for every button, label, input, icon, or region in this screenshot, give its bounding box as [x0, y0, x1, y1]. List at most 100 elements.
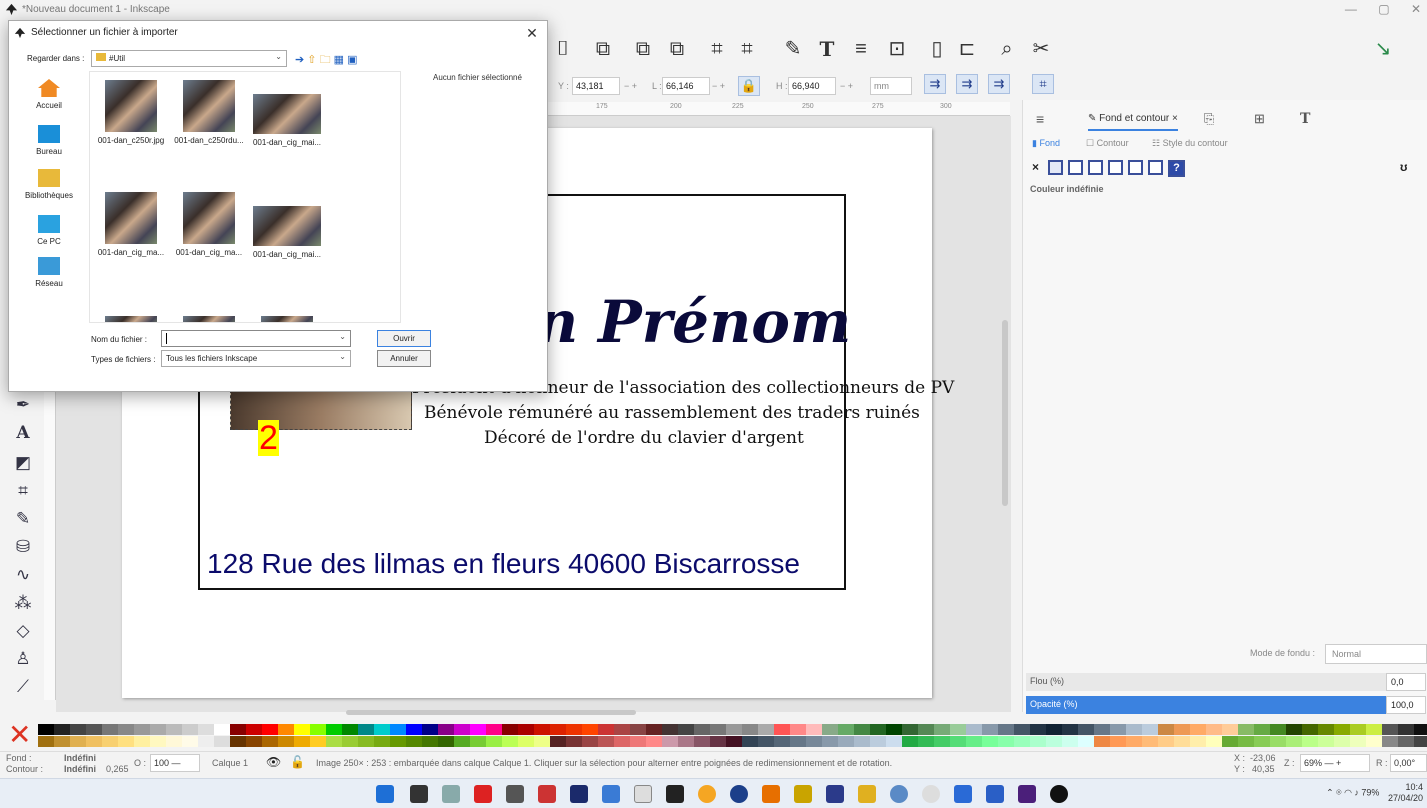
filename-input[interactable]: ⌄ [161, 330, 351, 347]
palette-swatch[interactable] [566, 736, 582, 747]
palette-swatch[interactable] [630, 736, 646, 747]
palette-swatch[interactable] [166, 724, 182, 735]
palette-swatch[interactable] [1270, 736, 1286, 747]
palette-swatch[interactable] [934, 724, 950, 735]
text-icon[interactable]: T [816, 38, 838, 60]
palette-swatch[interactable] [966, 724, 982, 735]
document-tab-icon[interactable]: ⎘ [1204, 107, 1214, 131]
palette-swatch[interactable] [598, 736, 614, 747]
palette-swatch[interactable] [662, 724, 678, 735]
palette-swatch[interactable] [1190, 724, 1206, 735]
palette-swatch[interactable] [1078, 736, 1094, 747]
clock[interactable]: 10:4 27/04/20 [1388, 782, 1423, 804]
palette-swatch[interactable] [1302, 736, 1318, 747]
swatch-icon[interactable] [1148, 160, 1163, 175]
blur-value-field[interactable]: 0,0 [1386, 673, 1426, 691]
palette-swatch[interactable] [1206, 736, 1222, 747]
palette-swatch[interactable] [1286, 724, 1302, 735]
palette-swatch[interactable] [1014, 724, 1030, 735]
palette-swatch[interactable] [502, 736, 518, 747]
up-folder-icon[interactable]: ⇧ [307, 54, 316, 66]
palette-swatch[interactable] [86, 724, 102, 735]
palette-swatch[interactable] [550, 736, 566, 747]
palette-swatch[interactable] [1126, 736, 1142, 747]
gradient-tool-icon[interactable]: ◩ [12, 452, 34, 474]
palette-swatch[interactable] [38, 724, 54, 735]
palette-swatch[interactable] [870, 736, 886, 747]
palette-swatch[interactable] [1318, 724, 1334, 735]
file-types-select[interactable]: Tous les fichiers Inkscape ⌄ [161, 350, 351, 367]
app-icon[interactable] [538, 785, 556, 803]
unlink-icon[interactable]: ⧉ [666, 38, 688, 60]
tweak-tool-icon[interactable]: ∿ [12, 564, 34, 586]
palette-swatch[interactable] [390, 736, 406, 747]
move-gradients-icon[interactable]: ⇉ [988, 74, 1010, 94]
palette-swatch[interactable] [1318, 736, 1334, 747]
opera-icon[interactable] [474, 785, 492, 803]
app-icon[interactable] [1018, 785, 1036, 803]
palette-swatch[interactable] [918, 724, 934, 735]
palette-swatch[interactable] [326, 724, 342, 735]
file-item[interactable]: 001-dan_cig_mai... [250, 192, 324, 259]
palette-swatch[interactable] [774, 736, 790, 747]
place-network[interactable]: Réseau [13, 257, 85, 288]
xml-editor-icon[interactable]: ⊡ [886, 38, 908, 60]
tab-fill-stroke[interactable]: ✎ Fond et contour × [1088, 107, 1178, 131]
app-icon[interactable] [826, 785, 844, 803]
preferences-icon[interactable]: ✂ [1030, 38, 1052, 60]
palette-swatch[interactable] [182, 736, 198, 747]
palette-swatch[interactable] [630, 724, 646, 735]
ungroup-icon[interactable]: ⌗ [736, 38, 758, 60]
file-item[interactable] [172, 316, 246, 322]
palette-swatch[interactable] [406, 724, 422, 735]
palette-swatch[interactable] [102, 724, 118, 735]
mail-icon[interactable] [442, 785, 460, 803]
minimize-icon[interactable]: — [1345, 2, 1357, 16]
open-button[interactable]: Ouvrir [377, 330, 431, 347]
app-icon[interactable] [698, 785, 716, 803]
chevron-down-icon[interactable]: ⌄ [339, 332, 346, 341]
linear-gradient-icon[interactable] [1068, 160, 1083, 175]
palette-swatch[interactable] [1094, 724, 1110, 735]
folder-icon[interactable] [858, 785, 876, 803]
palette-swatch[interactable] [1190, 736, 1206, 747]
todo-icon[interactable] [954, 785, 972, 803]
scale-stroke-icon[interactable]: ⇉ [924, 74, 946, 94]
palette-swatch[interactable] [134, 736, 150, 747]
library-icon[interactable] [506, 785, 524, 803]
close-window-icon[interactable]: ✕ [1411, 2, 1421, 16]
y-field[interactable]: 43,181 [572, 77, 620, 95]
palette-swatch[interactable] [806, 736, 822, 747]
scale-corners-icon[interactable]: ⇉ [956, 74, 978, 94]
palette-swatch[interactable] [278, 724, 294, 735]
palette-swatch[interactable] [518, 736, 534, 747]
lock-icon[interactable]: 🔒 [738, 76, 760, 96]
opacity-value-field[interactable]: 100,0 [1386, 696, 1426, 714]
file-item[interactable]: 001-dan_cig_ma... [94, 192, 168, 257]
palette-swatch[interactable] [1110, 736, 1126, 747]
align-icon[interactable]: ≡ [850, 38, 872, 60]
palette-swatch[interactable] [1414, 724, 1427, 735]
dropper-tool-icon[interactable]: ✎ [12, 508, 34, 530]
palette-swatch[interactable] [806, 724, 822, 735]
export-tab-icon[interactable]: ⊞ [1254, 107, 1265, 131]
select-icon[interactable]: ⌷ [552, 38, 574, 60]
palette-swatch[interactable] [982, 724, 998, 735]
subtab-stroke[interactable]: ☐ Contour [1086, 138, 1129, 149]
start-button-icon[interactable] [376, 785, 394, 803]
palette-swatch[interactable] [470, 736, 486, 747]
view-menu-icon[interactable]: ▦ [334, 54, 344, 66]
palette-swatch[interactable] [294, 724, 310, 735]
palette-swatch[interactable] [390, 724, 406, 735]
unset-paint-icon[interactable]: ? [1168, 160, 1185, 177]
app-icon[interactable] [1050, 785, 1068, 803]
palette-swatch[interactable] [214, 724, 230, 735]
palette-swatch[interactable] [1238, 736, 1254, 747]
status-stroke-width[interactable]: 0,265 [106, 764, 129, 774]
task-view-icon[interactable] [410, 785, 428, 803]
palette-swatch[interactable] [1254, 736, 1270, 747]
app-icon[interactable] [602, 785, 620, 803]
palette-swatch[interactable] [678, 724, 694, 735]
palette-swatch[interactable] [662, 736, 678, 747]
status-fill-value[interactable]: Indéfini [64, 753, 96, 763]
